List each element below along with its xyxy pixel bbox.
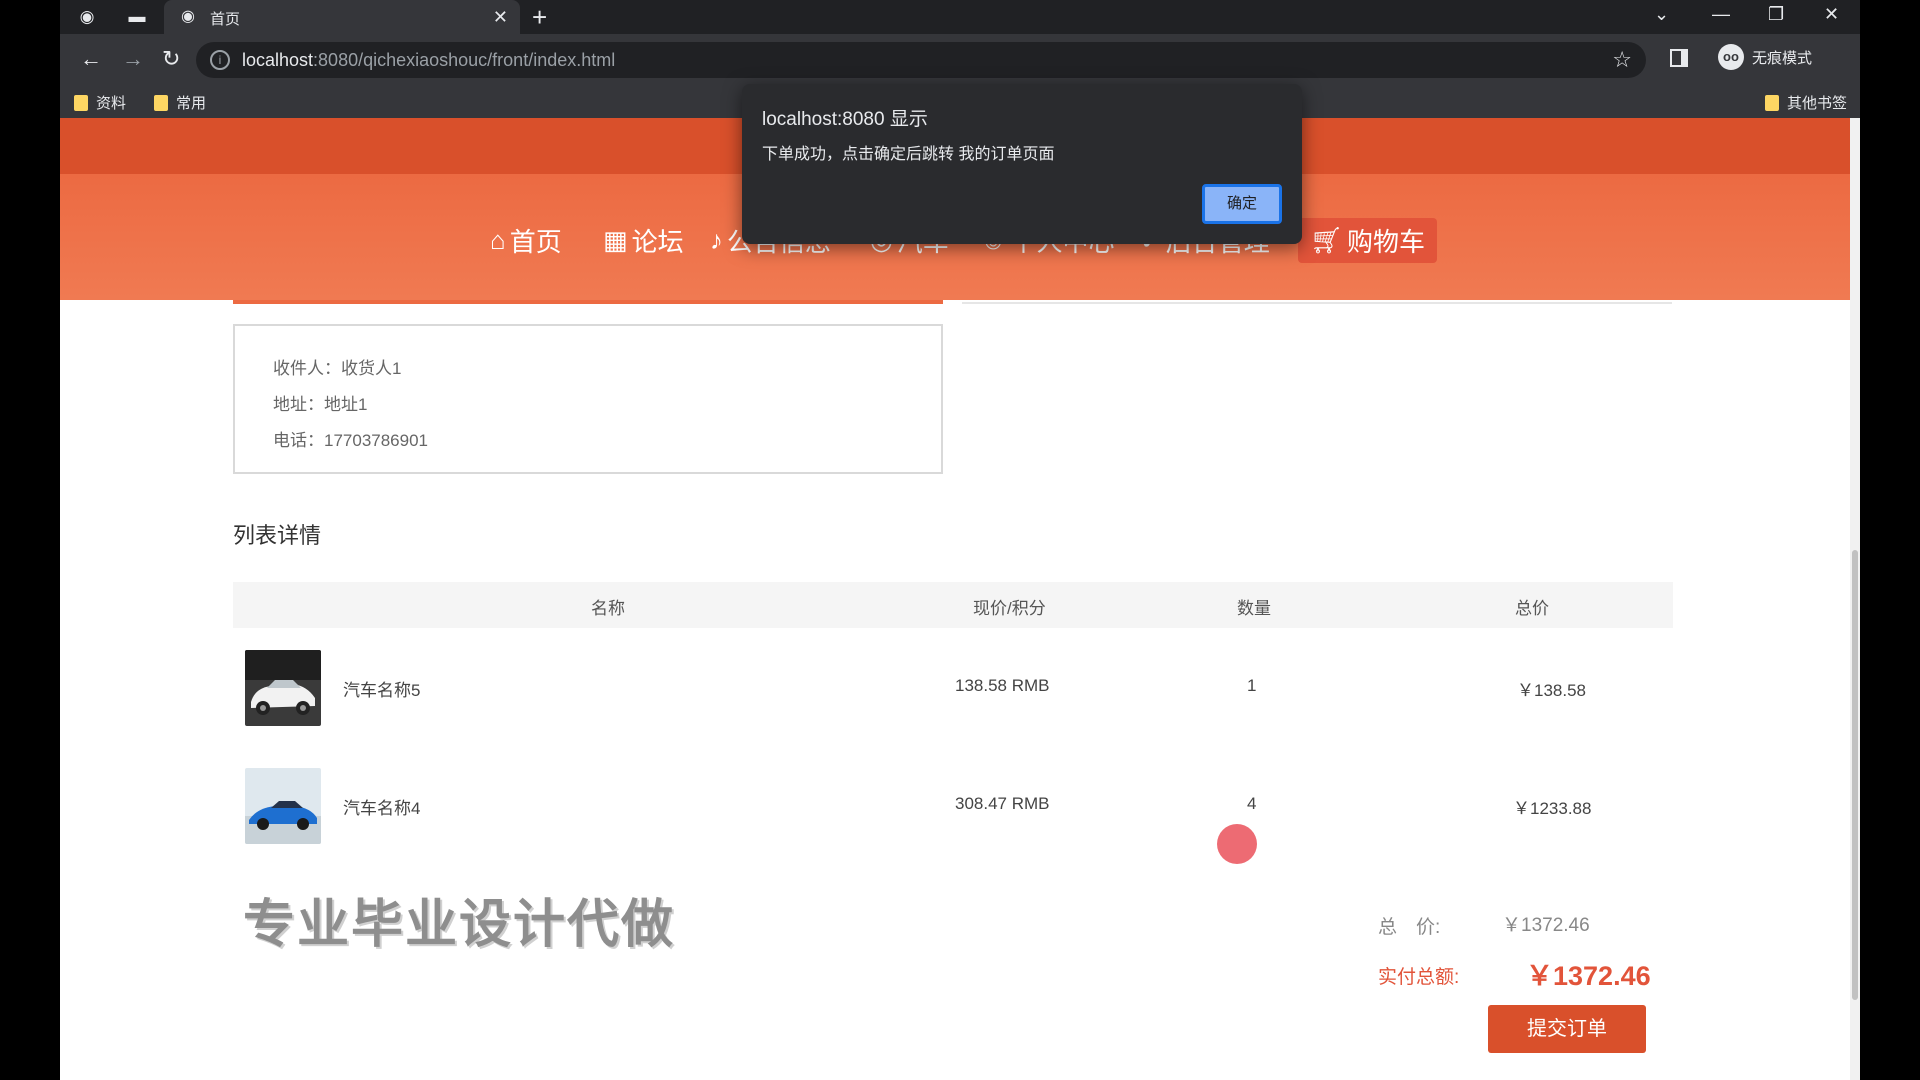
item-total: ￥1233.88: [1513, 799, 1592, 818]
tab-home[interactable]: ◉ 首页 ✕: [164, 0, 520, 34]
reload-icon[interactable]: ↻: [162, 46, 180, 72]
ok-button[interactable]: 确定: [1202, 184, 1282, 224]
close-window-icon[interactable]: ✕: [1824, 4, 1839, 25]
header-price: 现价/积分: [973, 599, 1046, 618]
nav-cart[interactable]: 🛒︎ 购物车: [1298, 218, 1438, 263]
dialog-title: localhost:8080 显示: [762, 109, 928, 130]
folder-icon: [1765, 94, 1779, 111]
grid-icon: ▦: [603, 225, 628, 255]
receiver-text: 收件人：收货人1: [273, 359, 402, 378]
bookmark-folder[interactable]: 常用: [154, 92, 206, 113]
info-icon[interactable]: i: [210, 50, 230, 70]
incognito-label: 无痕模式: [1752, 49, 1813, 67]
dialog-message: 下单成功，点击确定后跳转 我的订单页面: [762, 146, 1055, 163]
submit-order-button[interactable]: 提交订单: [1488, 1005, 1646, 1053]
page-scrollbar[interactable]: [1850, 118, 1860, 1080]
home-icon: ⌂: [490, 225, 506, 255]
minimize-icon[interactable]: —: [1712, 4, 1730, 25]
screen: ◉ ▬ ◉ 首页 ✕ + ⌄ — ❐ ✕ ← → ↻ i localhost:8…: [0, 0, 1920, 1080]
total-label: 总 价:: [1378, 917, 1441, 938]
table-row: 汽车名称5 138.58 RMB 1 ￥138.58: [233, 630, 1673, 746]
list-title: 列表详情: [233, 523, 322, 548]
new-tab-icon[interactable]: +: [532, 3, 547, 31]
folder-icon: [74, 94, 88, 111]
item-price: 308.47 RMB: [955, 794, 1050, 813]
cart-icon: 🛒︎: [1310, 225, 1344, 255]
address-text: 地址：地址1: [273, 395, 368, 414]
close-icon[interactable]: ✕: [493, 6, 508, 28]
header-name: 名称: [591, 599, 625, 618]
tab-title: 首页: [210, 11, 241, 28]
incognito-icon: oo: [1718, 44, 1744, 70]
forward-icon[interactable]: →: [122, 46, 144, 72]
browser-toolbar: ← → ↻ i localhost:8080/qichexiaoshouc/fr…: [60, 34, 1860, 86]
url-text[interactable]: localhost:8080/qichexiaoshouc/front/inde…: [242, 50, 615, 71]
side-panel-icon[interactable]: [1670, 49, 1688, 67]
nav-forum[interactable]: ▦ 论坛: [603, 222, 684, 259]
address-bar[interactable]: i localhost:8080/qichexiaoshouc/front/in…: [196, 42, 1646, 78]
click-indicator: [1217, 824, 1257, 864]
car-thumbnail: [245, 650, 321, 726]
watermark-text: 专业毕业设计代做: [243, 896, 676, 954]
item-qty: 4: [1247, 794, 1257, 813]
browser-window: ◉ ▬ ◉ 首页 ✕ + ⌄ — ❐ ✕ ← → ↻ i localhost:8…: [60, 0, 1860, 1080]
pay-label: 实付总额:: [1378, 967, 1460, 988]
other-bookmarks[interactable]: 其他书签: [1765, 92, 1847, 113]
address-tab-active-line: [233, 300, 943, 304]
incognito-indicator[interactable]: oo 无痕模式: [1718, 44, 1812, 70]
tab-strip: ◉ ▬ ◉ 首页 ✕ + ⌄ — ❐ ✕: [60, 0, 1860, 34]
back-icon[interactable]: ←: [80, 46, 102, 72]
bell-icon: ♪: [710, 225, 723, 255]
address-tab-line: [962, 302, 1672, 304]
item-total: ￥138.58: [1517, 681, 1586, 700]
address-card[interactable]: 收件人：收货人1 地址：地址1 电话：17703786901: [233, 324, 943, 474]
car-thumbnail: [245, 768, 321, 844]
bookmark-folder[interactable]: 资料: [74, 92, 126, 113]
globe-icon: ◉: [181, 8, 195, 25]
header-qty: 数量: [1237, 599, 1271, 618]
table-row: 汽车名称4 308.47 RMB 4 ￥1233.88: [233, 748, 1673, 864]
alert-dialog: localhost:8080 显示 下单成功，点击确定后跳转 我的订单页面 确定: [742, 84, 1302, 244]
folder-icon: [154, 94, 168, 111]
pay-value: ￥1372.46: [1526, 961, 1651, 991]
phone-text: 电话：17703786901: [273, 431, 429, 450]
chevron-down-icon[interactable]: ⌄: [1654, 4, 1669, 25]
item-price: 138.58 RMB: [955, 676, 1050, 695]
header-total: 总价: [1515, 599, 1549, 618]
page-content: ⌂首页 ▦论坛 ♪公告信息 ◎汽车 ☺个人中心 ✔后台管理 🛒︎购物车: [60, 118, 1860, 1080]
globe-icon[interactable]: ◉: [76, 6, 98, 28]
item-qty: 1: [1247, 676, 1257, 695]
total-value: ￥1372.46: [1502, 915, 1590, 936]
item-name: 汽车名称4: [343, 799, 421, 818]
item-name: 汽车名称5: [343, 681, 421, 700]
bookmark-star-icon[interactable]: ☆: [1612, 47, 1632, 73]
restore-icon[interactable]: ❐: [1768, 4, 1784, 25]
nav-home[interactable]: ⌂ 首页: [490, 222, 562, 259]
table-header: 名称 现价/积分 数量 总价: [233, 582, 1673, 628]
tab-overview-icon[interactable]: ▬: [126, 6, 148, 28]
scrollbar-thumb[interactable]: [1852, 550, 1858, 1000]
